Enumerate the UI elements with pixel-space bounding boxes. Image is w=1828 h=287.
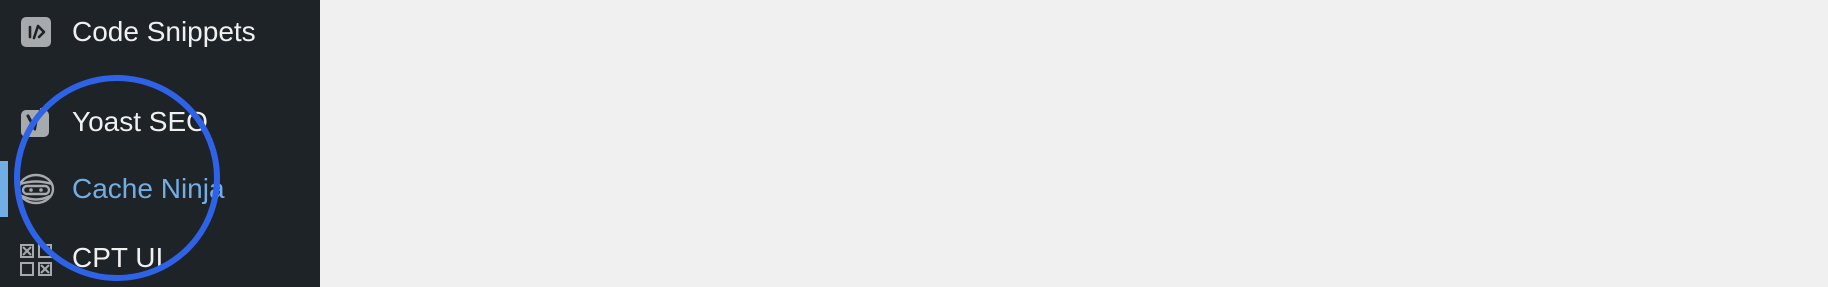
yoast-icon (19, 105, 53, 139)
ninja-icon (17, 172, 55, 206)
admin-sidebar: Code Snippets Yoast SEO Cache Ninja CPT … (0, 0, 320, 287)
code-snippets-icon (19, 15, 53, 49)
sidebar-item-label: Code Snippets (72, 16, 256, 47)
sidebar-item-label: Cache Ninja (72, 173, 225, 204)
sidebar-item-cpt-ui[interactable]: CPT UI (0, 230, 320, 286)
cpt-ui-icon (19, 243, 53, 277)
current-item-indicator (0, 161, 8, 217)
sidebar-item-label: CPT UI (72, 242, 164, 273)
sidebar-item-cache-ninja[interactable]: Cache Ninja (0, 161, 320, 217)
sidebar-item-yoast-seo[interactable]: Yoast SEO (0, 94, 320, 150)
sidebar-item-label: Yoast SEO (72, 106, 208, 137)
main-content-area (320, 0, 1828, 287)
sidebar-item-code-snippets[interactable]: Code Snippets (0, 4, 320, 60)
